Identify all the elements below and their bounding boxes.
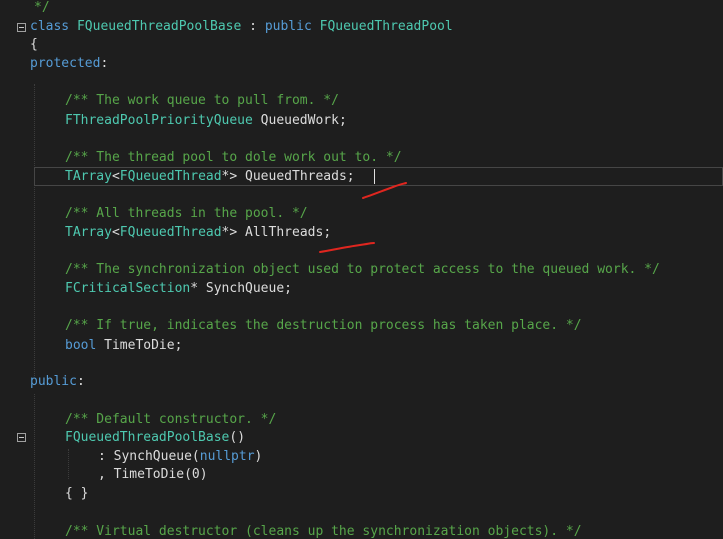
keyword: nullptr: [199, 449, 255, 464]
editor-gutter: [0, 0, 28, 539]
semicolon: ;: [323, 225, 332, 240]
pointer-close: *>: [221, 225, 238, 240]
comment-end: */: [34, 0, 50, 15]
comment: /** The synchronization object used to p…: [65, 262, 660, 277]
code-line: /** All threads in the pool. */: [65, 205, 308, 223]
member-name: TimeToDie;: [104, 338, 183, 353]
comment: /** All threads in the pool. */: [65, 206, 308, 221]
indent-guide-public: [34, 394, 35, 539]
member-name: AllThreads: [245, 225, 324, 240]
code-line-init-synch: : SynchQueue(nullptr): [98, 448, 262, 466]
parens: (): [229, 430, 246, 445]
base-class-name: FQueuedThreadPool: [319, 19, 453, 34]
type-name: TArray: [65, 169, 112, 184]
initializer: , TimeToDie(0): [98, 467, 208, 482]
type-name: TArray: [65, 225, 112, 240]
comment: /** The thread pool to dole work out to.…: [65, 150, 402, 165]
keyword: public: [264, 19, 312, 34]
code-line: /** If true, indicates the destruction p…: [65, 317, 582, 335]
code-editor[interactable]: */ class FQueuedThreadPoolBase : public …: [0, 0, 723, 539]
comment: /** The work queue to pull from. */: [65, 93, 339, 108]
code-line-time-to-die: bool TimeToDie;: [65, 337, 182, 355]
class-name: FQueuedThreadPoolBase: [76, 19, 242, 34]
access-specifier: public: [30, 374, 77, 389]
code-line: {: [30, 36, 38, 54]
comment: /** Default constructor. */: [65, 412, 277, 427]
open-brace: {: [30, 37, 38, 52]
fold-toggle-class-icon[interactable]: [17, 23, 26, 32]
fold-toggle-constructor-icon[interactable]: [17, 433, 26, 442]
type-name: FThreadPoolPriorityQueue: [65, 113, 253, 128]
code-line-queued-work: FThreadPoolPriorityQueue QueuedWork;: [65, 112, 347, 130]
text-caret: [374, 169, 375, 184]
colon: :: [100, 56, 109, 71]
comment: /** Virtual destructor (cleans up the sy…: [65, 524, 582, 539]
code-line: /** The work queue to pull from. */: [65, 92, 339, 110]
code-line-protected: protected:: [30, 55, 108, 73]
function-name: FQueuedThreadPoolBase: [65, 430, 230, 445]
initializer: : SynchQueue(: [98, 449, 200, 464]
code-line-class-decl: class FQueuedThreadPoolBase : public FQu…: [30, 18, 453, 36]
inherit-sep: :: [241, 19, 265, 34]
code-line: /** The thread pool to dole work out to.…: [65, 149, 402, 167]
keyword: class: [30, 19, 70, 34]
semicolon: ;: [346, 169, 355, 184]
code-line-public: public:: [30, 373, 85, 391]
indent-guide-initializer: [68, 449, 69, 479]
code-line: { }: [65, 485, 88, 503]
code-line: /** The synchronization object used to p…: [65, 261, 660, 279]
empty-body: { }: [65, 486, 89, 501]
code-line-all-threads: TArray<FQueuedThread*> AllThreads;: [65, 224, 331, 242]
comment: /** If true, indicates the destruction p…: [65, 318, 582, 333]
code-line: */: [34, 0, 50, 17]
type-arg: FQueuedThread: [119, 225, 222, 240]
code-line-init-time: , TimeToDie(0): [98, 466, 208, 484]
code-line-queued-threads[interactable]: TArray<FQueuedThread*> QueuedThreads;: [65, 168, 355, 186]
indent-guide-protected: [34, 84, 35, 376]
code-line-synch-queue: FCriticalSection* SynchQueue;: [65, 280, 292, 298]
pointer-close: *>: [221, 169, 238, 184]
paren-close: ): [254, 449, 263, 464]
type-arg: FQueuedThread: [119, 169, 222, 184]
code-line-constructor: FQueuedThreadPoolBase(): [65, 429, 245, 447]
code-line: /** Default constructor. */: [65, 411, 276, 429]
angle-open: <: [111, 225, 120, 240]
angle-open: <: [111, 169, 120, 184]
pointer: *: [190, 281, 199, 296]
annotation-underline-all-threads: [319, 242, 375, 253]
member-name: SynchQueue;: [205, 281, 292, 296]
access-specifier: protected: [30, 56, 101, 71]
colon: :: [76, 374, 85, 389]
code-line: /** Virtual destructor (cleans up the sy…: [65, 523, 582, 539]
type-name: FCriticalSection: [65, 281, 191, 296]
member-name: QueuedWork;: [260, 113, 347, 128]
keyword: bool: [65, 338, 97, 353]
member-name: QueuedThreads: [245, 169, 347, 184]
